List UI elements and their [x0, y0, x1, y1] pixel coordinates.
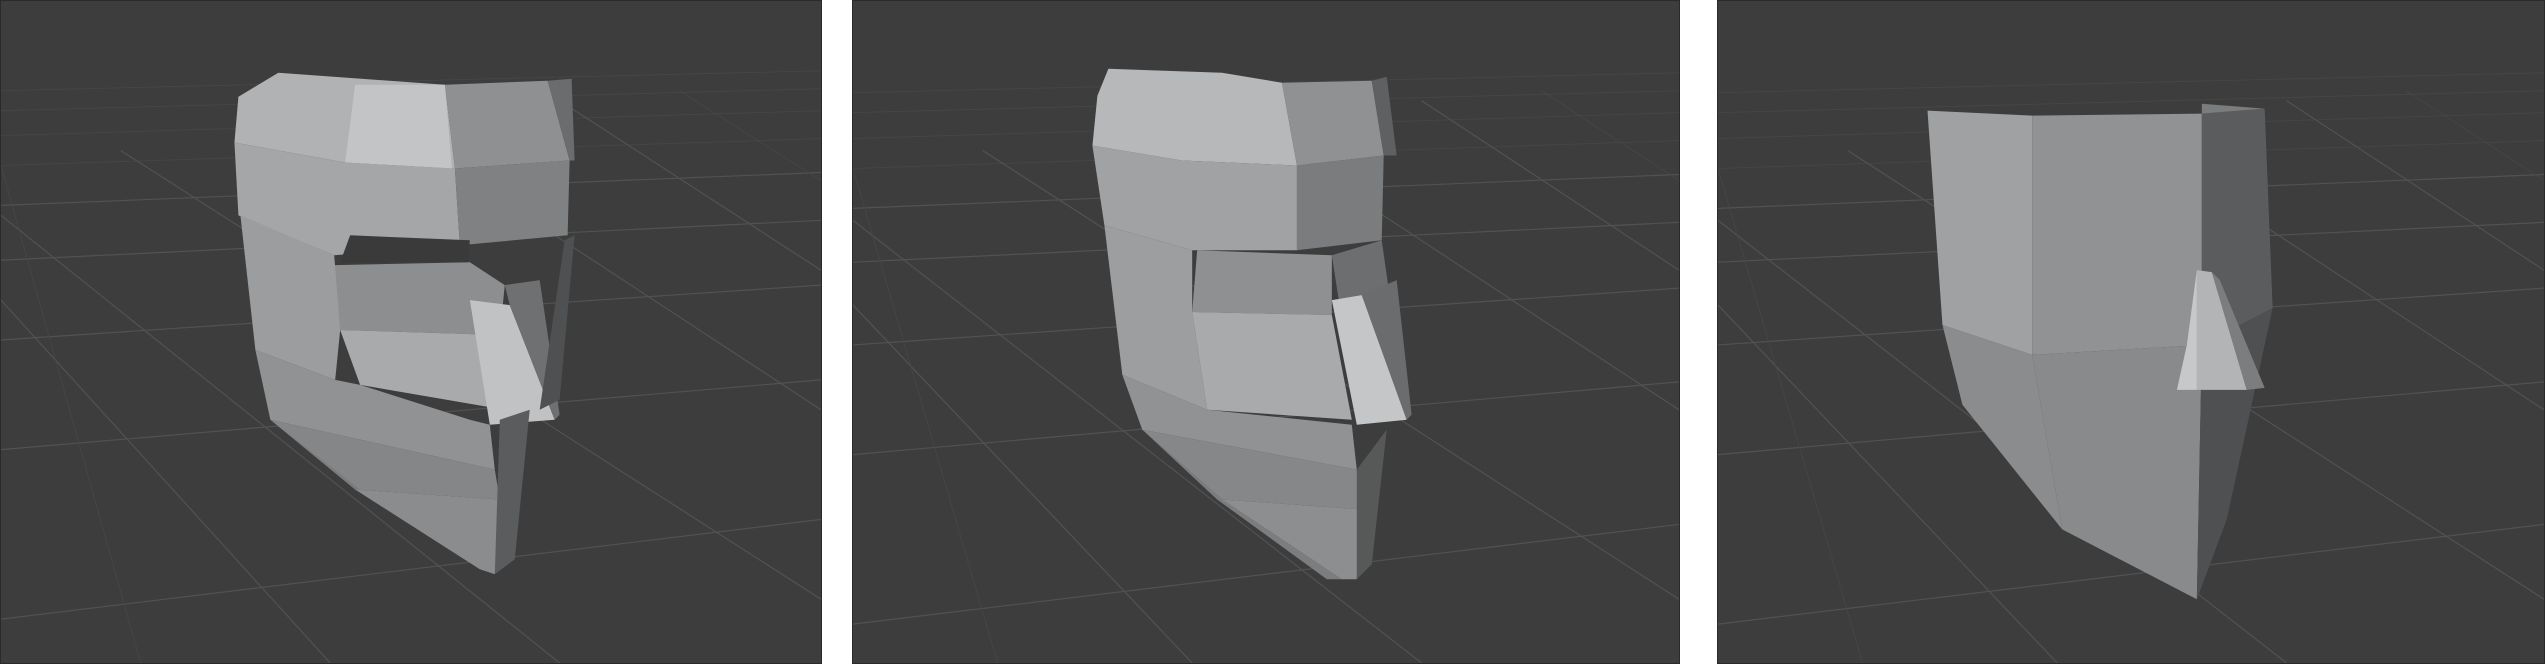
viewport-3-canvas[interactable] [1718, 1, 2544, 663]
viewport-2-canvas[interactable] [853, 1, 1679, 663]
head-mesh[interactable] [1092, 68, 1412, 580]
viewport-3[interactable] [1717, 0, 2545, 664]
viewport-1-canvas[interactable] [1, 1, 821, 663]
viewport-2[interactable] [852, 0, 1680, 664]
viewport-1[interactable] [0, 0, 822, 664]
head-mesh[interactable] [234, 72, 575, 575]
head-mesh[interactable] [1927, 103, 2273, 600]
